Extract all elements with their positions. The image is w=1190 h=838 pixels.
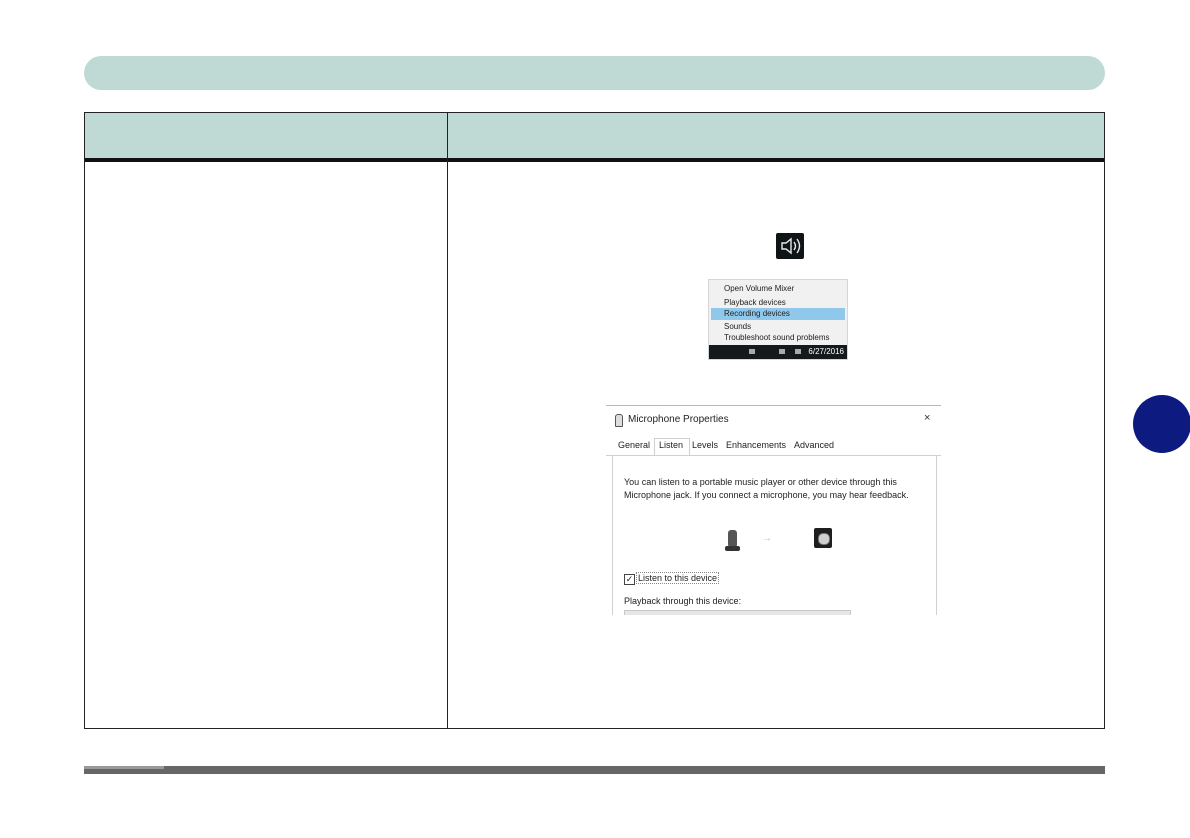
- dialog-tabs: General Listen Levels Enhancements Advan…: [606, 438, 941, 457]
- column-divider: [447, 113, 448, 728]
- arrow-right-icon: →: [762, 533, 772, 544]
- listen-description: You can listen to a portable music playe…: [624, 476, 924, 502]
- tray-icon: [779, 349, 785, 354]
- menu-item-open-volume-mixer[interactable]: Open Volume Mixer: [724, 283, 794, 294]
- microphone-icon: [728, 530, 737, 546]
- playback-label: Playback through this device:: [624, 596, 742, 606]
- taskbar-strip: 6/27/2016: [709, 345, 847, 359]
- tray-icon: [749, 349, 755, 354]
- table-header-row: [85, 113, 1104, 162]
- page-header-bar: [84, 56, 1105, 90]
- playback-device-select[interactable]: [624, 610, 851, 615]
- microphone-properties-dialog: Microphone Properties × General Listen L…: [606, 405, 941, 615]
- menu-item-recording-devices[interactable]: Recording devices: [724, 308, 790, 319]
- footer-rule: [84, 766, 1105, 774]
- content-table: [84, 112, 1105, 729]
- menu-item-sounds[interactable]: Sounds: [724, 321, 751, 332]
- tab-levels[interactable]: Levels: [692, 440, 718, 450]
- tab-listen[interactable]: Listen: [659, 440, 683, 450]
- volume-context-menu: Open Volume Mixer Playback devices Recor…: [708, 279, 848, 360]
- dialog-title: Microphone Properties: [628, 414, 729, 425]
- tab-enhancements[interactable]: Enhancements: [726, 440, 786, 450]
- microphone-stand: [725, 546, 740, 551]
- menu-item-playback-devices[interactable]: Playback devices: [724, 297, 786, 308]
- description-line: Microphone jack. If you connect a microp…: [624, 490, 909, 500]
- description-line: You can listen to a portable music playe…: [624, 477, 897, 487]
- footer-rule-accent: [84, 766, 164, 769]
- tab-general[interactable]: General: [618, 440, 650, 450]
- chapter-tab-marker: [1133, 395, 1190, 453]
- tab-advanced[interactable]: Advanced: [794, 440, 834, 450]
- speaker-cone: [818, 533, 830, 545]
- close-icon[interactable]: ×: [924, 412, 930, 424]
- tray-icon: [795, 349, 801, 354]
- taskbar-date: 6/27/2016: [808, 347, 844, 356]
- speaker-device-icon: [814, 528, 832, 548]
- listen-checkbox[interactable]: ✓: [624, 574, 635, 585]
- speaker-volume-icon[interactable]: [776, 233, 804, 259]
- microphone-icon: [615, 414, 623, 427]
- menu-item-troubleshoot[interactable]: Troubleshoot sound problems: [724, 332, 830, 343]
- listen-checkbox-label[interactable]: Listen to this device: [636, 572, 720, 584]
